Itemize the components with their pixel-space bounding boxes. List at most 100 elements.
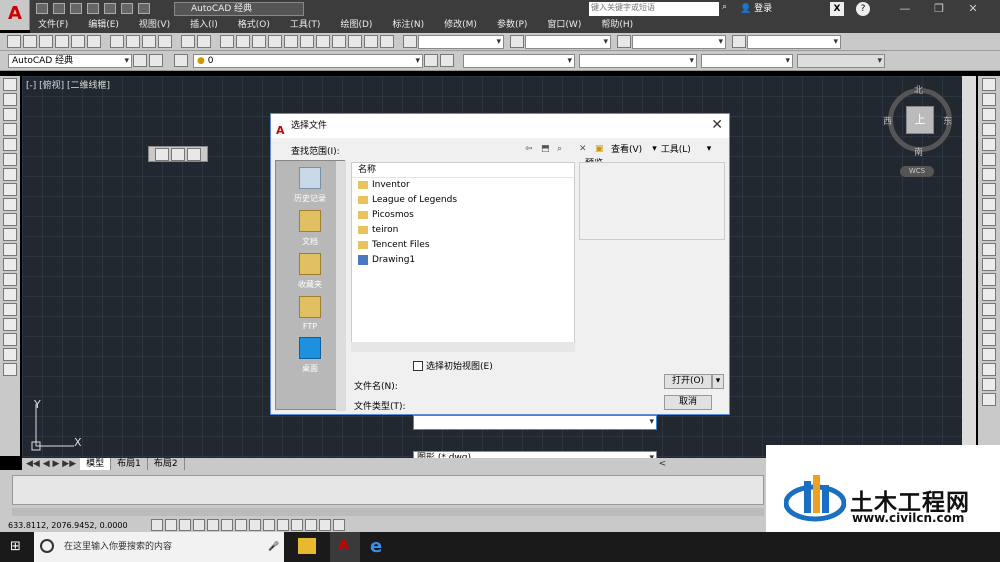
blend-curves-icon[interactable] [982, 318, 996, 331]
help-icon[interactable] [380, 35, 394, 48]
scale-icon[interactable] [982, 183, 996, 196]
design-center-icon[interactable] [300, 35, 314, 48]
file-list-item[interactable]: Tencent Files [352, 238, 574, 253]
insert-block-icon[interactable] [3, 243, 17, 256]
explode-icon[interactable] [982, 333, 996, 346]
tools-menu[interactable]: 工具(L) [661, 142, 691, 155]
search-icon[interactable]: ⌕ [722, 2, 734, 15]
microphone-icon[interactable]: 🎤 [268, 532, 279, 562]
revision-cloud-icon[interactable] [3, 183, 17, 196]
undo-icon[interactable] [181, 35, 195, 48]
redo-icon[interactable] [138, 3, 150, 14]
cancel-button[interactable]: 取消 [664, 395, 712, 410]
table-style-combo[interactable] [632, 34, 726, 49]
delete-icon[interactable]: ✕ [579, 144, 595, 154]
move-icon[interactable] [982, 153, 996, 166]
3d-object-snap-icon[interactable] [234, 519, 247, 531]
layer-tools-icon[interactable] [982, 363, 996, 376]
dimension-style-combo[interactable] [525, 34, 611, 49]
hatch-icon[interactable] [3, 288, 17, 301]
search-web-icon[interactable]: ⌕ [557, 144, 573, 154]
gradient-icon[interactable] [3, 303, 17, 316]
menu-item[interactable]: 绘图(D) [340, 18, 372, 33]
multileader-style-combo[interactable] [747, 34, 841, 49]
menu-item[interactable]: 文件(F) [38, 18, 68, 33]
menu-item[interactable]: 修改(M) [444, 18, 477, 33]
settings-icon[interactable] [133, 54, 147, 67]
dialog-close-icon[interactable]: ✕ [711, 117, 723, 133]
menu-item[interactable]: 窗口(W) [547, 18, 581, 33]
restore-icon[interactable]: ❐ [930, 2, 948, 16]
layout-tab[interactable]: 布局2 [148, 458, 185, 470]
mirror-icon[interactable] [982, 108, 996, 121]
sheet-set-icon[interactable] [332, 35, 346, 48]
break-icon[interactable] [982, 258, 996, 271]
open-button[interactable]: 打开(O) [664, 374, 712, 389]
table-icon[interactable] [3, 333, 17, 346]
redo-icon[interactable] [197, 35, 211, 48]
text-style-combo[interactable] [418, 34, 504, 49]
workspace-combo[interactable]: AutoCAD 经典 [8, 53, 132, 68]
coordinates-readout[interactable]: 633.8112, 2076.9452, 0.0000 [8, 521, 128, 530]
file-explorer-icon[interactable] [298, 538, 316, 554]
make-current-icon[interactable] [424, 54, 438, 67]
dynamic-ucs-icon[interactable] [262, 519, 275, 531]
ortho-mode-icon[interactable] [192, 519, 205, 531]
menu-item[interactable]: 编辑(E) [88, 18, 119, 33]
tool-palettes-icon[interactable] [316, 35, 330, 48]
menu-item[interactable]: 标注(N) [392, 18, 424, 33]
dimension-style-icon[interactable] [510, 35, 524, 48]
windows-start-icon[interactable]: ⊞ [10, 540, 24, 554]
filename-input[interactable] [413, 415, 657, 430]
autocad-taskbar-icon[interactable]: A [330, 532, 360, 562]
up-folder-icon[interactable]: ⬒ [541, 144, 557, 154]
linetype-combo[interactable] [579, 53, 697, 68]
open-icon[interactable] [53, 3, 65, 14]
multileader-style-icon[interactable] [732, 35, 746, 48]
draw-order-icon[interactable] [982, 348, 996, 361]
stretch-icon[interactable] [982, 198, 996, 211]
polyline-icon[interactable] [3, 108, 17, 121]
layout-tab[interactable]: 模型 [80, 458, 112, 470]
menu-item[interactable]: 视图(V) [139, 18, 170, 33]
minimize-icon[interactable]: — [896, 2, 914, 16]
quick-properties-icon[interactable] [318, 519, 331, 531]
plot-style-combo[interactable] [797, 53, 885, 68]
place-item[interactable]: 收藏夹 [280, 253, 340, 290]
make-block-icon[interactable] [3, 258, 17, 271]
viewcube-south[interactable]: 南 [914, 145, 923, 158]
menu-item[interactable]: 参数(P) [497, 18, 527, 33]
menu-item[interactable]: 格式(O) [238, 18, 270, 33]
offset-icon[interactable] [982, 123, 996, 136]
keyword-search-input[interactable]: 键入关键字或短语 [589, 2, 719, 16]
print-icon[interactable] [104, 3, 116, 14]
file-list-item[interactable]: teiron [352, 223, 574, 238]
markup-icon[interactable] [348, 35, 362, 48]
new-icon[interactable] [36, 3, 48, 14]
point-icon[interactable] [3, 273, 17, 286]
layer-manager-icon[interactable] [174, 54, 188, 67]
place-item[interactable]: 桌面 [280, 337, 340, 374]
place-item[interactable]: FTP [280, 296, 340, 331]
initial-view-option[interactable]: 选择初始视图(E) [413, 359, 493, 372]
zoom-realtime-icon[interactable] [236, 35, 250, 48]
save-icon[interactable] [39, 35, 53, 48]
back-icon[interactable]: ⇦ [525, 144, 541, 154]
undo-icon[interactable] [121, 3, 133, 14]
open-icon[interactable] [23, 35, 37, 48]
file-list-item[interactable]: Inventor [352, 178, 574, 193]
cut-icon[interactable] [110, 35, 124, 48]
open-options-dropdown[interactable]: ▾ [712, 374, 724, 389]
table-style-icon[interactable] [617, 35, 631, 48]
name-column-header[interactable]: 名称 [352, 163, 574, 178]
paste-icon[interactable] [142, 35, 156, 48]
initial-view-checkbox[interactable] [413, 360, 423, 371]
polygon-icon[interactable] [3, 123, 17, 136]
lineweight-icon[interactable] [290, 519, 303, 531]
place-item[interactable]: 历史记录 [280, 167, 340, 204]
file-list-item[interactable]: Picosmos [352, 208, 574, 223]
file-list-item[interactable]: Drawing1 [352, 253, 574, 268]
line-icon[interactable] [3, 78, 17, 91]
pan-icon[interactable] [155, 147, 169, 161]
save-icon[interactable] [70, 3, 82, 14]
